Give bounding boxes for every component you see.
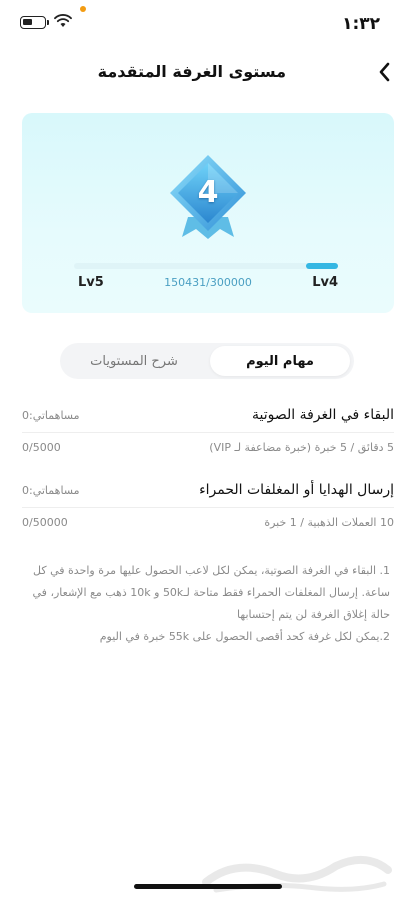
level-progress-text: 150431/300000	[164, 276, 252, 289]
privacy-indicator	[80, 6, 86, 12]
status-time: ١:٣٢	[342, 14, 380, 34]
home-indicator[interactable]	[134, 884, 282, 889]
watermark-logo	[202, 856, 392, 893]
rules-notes: 1. البقاء في الغرفة الصوتية، يمكن لكل لا…	[20, 560, 390, 648]
battery-icon	[20, 16, 46, 29]
page-title: مستوى الغرفة المتقدمة	[97, 62, 286, 81]
task-title: البقاء في الغرفة الصوتية	[251, 407, 394, 423]
task-description: 10 العملات الذهبية / 1 خبرة	[264, 516, 394, 529]
current-level-label: Lv4	[312, 275, 338, 290]
task-title: إرسال الهدايا أو المغلفات الحمراء	[199, 482, 394, 498]
tab-today-tasks[interactable]: مهام اليوم	[210, 346, 350, 376]
task-contribution: مساهماتي:0	[22, 484, 80, 497]
level-card: 4 Lv5 150431/300000 Lv4	[22, 113, 394, 313]
level-number: 4	[197, 175, 219, 210]
level-progress-bar	[74, 263, 338, 269]
back-button[interactable]	[372, 58, 396, 86]
level-progress-fill	[306, 263, 338, 269]
battery-tip	[47, 20, 49, 25]
chevron-left-icon	[379, 62, 390, 82]
tab-bar: مهام اليوم شرح المستويات	[60, 343, 354, 379]
task-contribution: مساهماتي:0	[22, 409, 80, 422]
task-progress: 0/5000	[22, 441, 61, 454]
task-progress: 0/50000	[22, 516, 68, 529]
task-description: 5 دقائق / 5 خبرة (خبرة مضاعفة لـ VIP)	[209, 441, 394, 454]
note-paragraph: 2.يمكن لكل غرفة كحد أقصى الحصول على 55k …	[99, 630, 390, 643]
nav-bar: مستوى الغرفة المتقدمة	[0, 50, 416, 94]
status-bar: ١:٣٢	[0, 0, 416, 46]
note-paragraph: 1. البقاء في الغرفة الصوتية، يمكن لكل لا…	[32, 564, 390, 621]
divider	[22, 507, 394, 508]
wifi-icon	[54, 14, 72, 30]
divider	[22, 432, 394, 433]
tab-levels-explanation[interactable]: شرح المستويات	[64, 346, 204, 376]
level-badge: 4	[162, 151, 254, 243]
